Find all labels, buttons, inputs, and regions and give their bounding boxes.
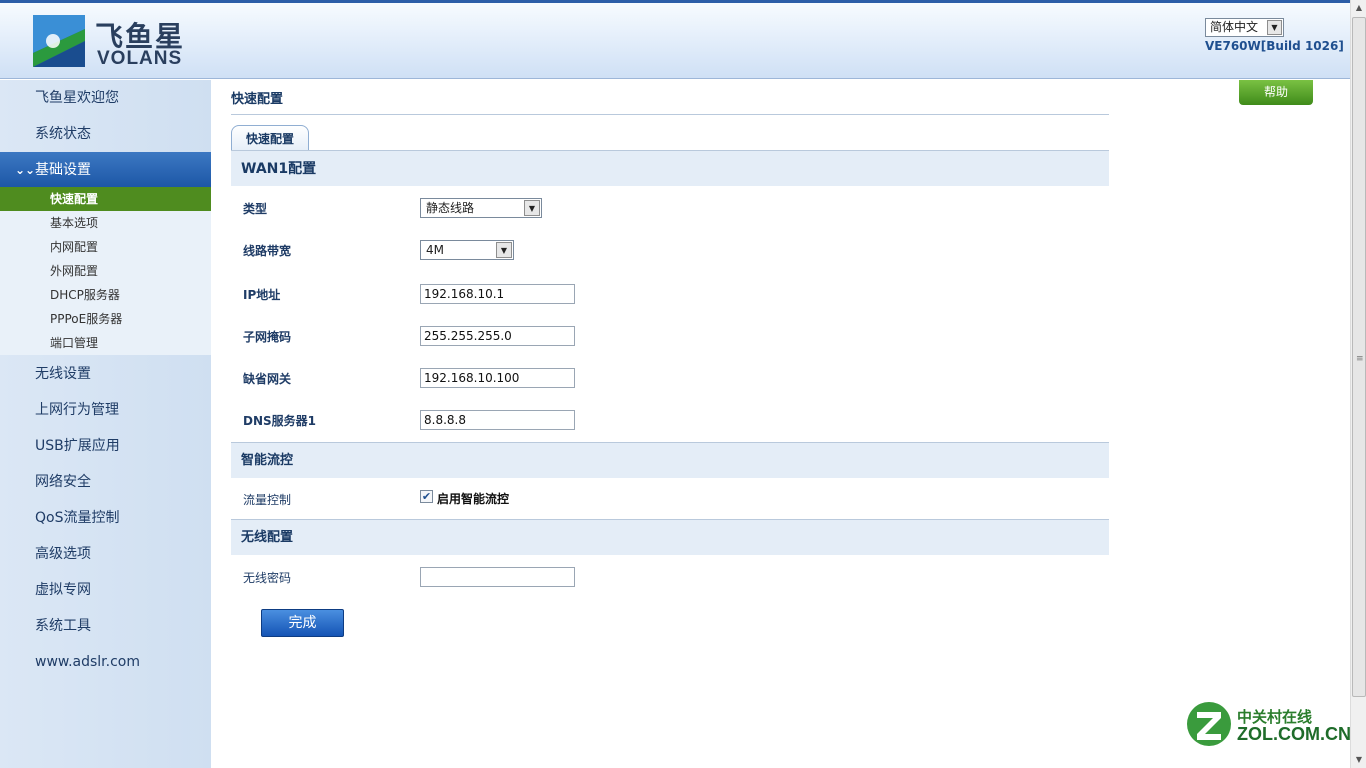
sidebar-item-usb-apps[interactable]: USB扩展应用 bbox=[0, 428, 211, 464]
sidebar-item-basic-settings[interactable]: ⌄⌄ 基础设置 bbox=[0, 152, 211, 188]
submenu-item-label: 外网配置 bbox=[50, 264, 99, 278]
dns-server-input[interactable] bbox=[420, 410, 575, 430]
gateway-input[interactable] bbox=[420, 368, 575, 388]
language-select[interactable]: 简体中文 ▼ bbox=[1205, 18, 1284, 37]
submenu-item-label: 内网配置 bbox=[50, 240, 99, 254]
sidebar-item-label: 无线设置 bbox=[35, 366, 91, 382]
chevron-down-icon[interactable]: ▼ bbox=[496, 242, 512, 258]
top-header: 飞鱼星 VOLANS 简体中文 ▼ VE760W[Build 1026] bbox=[0, 0, 1350, 79]
sidebar-item-label: 系统状态 bbox=[35, 126, 91, 142]
zol-watermark: 中关村在线 ZOL.COM.CN bbox=[1185, 700, 1351, 750]
sidebar-item-label: 上网行为管理 bbox=[35, 402, 119, 418]
watermark-en-text: ZOL.COM.CN bbox=[1237, 724, 1351, 744]
submenu-item-quick-config[interactable]: 快速配置 bbox=[0, 187, 211, 211]
scroll-down-arrow-icon[interactable]: ▼ bbox=[1351, 752, 1366, 768]
sidebar-item-network-security[interactable]: 网络安全 bbox=[0, 464, 211, 500]
sidebar-link-website[interactable]: www.adslr.com bbox=[0, 644, 211, 680]
chevron-down-icon[interactable]: ▼ bbox=[1267, 20, 1282, 35]
sidebar-item-wireless-settings[interactable]: 无线设置 bbox=[0, 356, 211, 392]
chevron-down-icon[interactable]: ▼ bbox=[524, 200, 540, 216]
submenu-item-pppoe-server[interactable]: PPPoE服务器 bbox=[0, 307, 211, 331]
sidebar-item-system-tools[interactable]: 系统工具 bbox=[0, 608, 211, 644]
sidebar-item-welcome[interactable]: 飞鱼星欢迎您 bbox=[0, 80, 211, 116]
type-label: 类型 bbox=[243, 202, 268, 216]
done-button[interactable]: 完成 bbox=[261, 609, 344, 637]
flow-control-label: 流量控制 bbox=[243, 493, 292, 507]
sidebar-item-label: 虚拟专网 bbox=[35, 582, 91, 598]
scrollbar-thumb[interactable]: ≡ bbox=[1352, 17, 1366, 697]
section-header-smart-flow: 智能流控 bbox=[231, 442, 1109, 478]
sidebar-item-qos[interactable]: QoS流量控制 bbox=[0, 500, 211, 536]
submenu-item-lan-config[interactable]: 内网配置 bbox=[0, 235, 211, 259]
bandwidth-select-value: 4M bbox=[426, 243, 444, 257]
smart-flow-checkbox[interactable]: ✔ bbox=[420, 490, 433, 503]
smart-flow-checkbox-label[interactable]: 启用智能流控 bbox=[437, 490, 509, 507]
volans-logo-icon bbox=[33, 15, 85, 67]
section-header-wan1: WAN1配置 bbox=[231, 150, 1109, 186]
sidebar-item-label: 飞鱼星欢迎您 bbox=[35, 90, 119, 106]
tab-quick-config[interactable]: 快速配置 bbox=[231, 125, 309, 151]
sidebar-item-system-status[interactable]: 系统状态 bbox=[0, 116, 211, 152]
sidebar-item-advanced[interactable]: 高级选项 bbox=[0, 536, 211, 572]
dns-server-label: DNS服务器1 bbox=[243, 414, 316, 428]
page-title: 快速配置 bbox=[231, 92, 284, 107]
sidebar-item-label: 系统工具 bbox=[35, 618, 91, 634]
submenu-item-wan-config[interactable]: 外网配置 bbox=[0, 259, 211, 283]
submenu-basic-settings: 快速配置 基本选项 内网配置 外网配置 DHCP服务器 PPPoE服务器 端口管… bbox=[0, 187, 211, 355]
submenu-item-label: 基本选项 bbox=[50, 216, 99, 230]
grip-icon: ≡ bbox=[1356, 354, 1364, 364]
subnet-mask-input[interactable] bbox=[420, 326, 575, 346]
title-divider bbox=[231, 114, 1109, 115]
sidebar-item-vpn[interactable]: 虚拟专网 bbox=[0, 572, 211, 608]
sidebar-item-label: 网络安全 bbox=[35, 474, 91, 490]
sidebar-item-label: www.adslr.com bbox=[35, 654, 140, 670]
wireless-password-label: 无线密码 bbox=[243, 571, 292, 585]
submenu-item-basic-options[interactable]: 基本选项 bbox=[0, 211, 211, 235]
submenu-item-label: PPPoE服务器 bbox=[50, 312, 123, 326]
submenu-item-dhcp-server[interactable]: DHCP服务器 bbox=[0, 283, 211, 307]
language-value: 简体中文 bbox=[1210, 20, 1259, 34]
ip-address-label: IP地址 bbox=[243, 288, 281, 302]
firmware-version: VE760W[Build 1026] bbox=[1205, 39, 1344, 53]
bandwidth-label: 线路带宽 bbox=[243, 244, 292, 258]
logo-en-text: VOLANS bbox=[97, 48, 183, 69]
sidebar-item-label: 高级选项 bbox=[35, 546, 91, 562]
brand-logo: 飞鱼星 VOLANS bbox=[33, 15, 193, 71]
section-header-wireless: 无线配置 bbox=[231, 519, 1109, 555]
page-scrollbar[interactable]: ▲ ≡ ▼ bbox=[1350, 0, 1366, 768]
sidebar-item-label: USB扩展应用 bbox=[35, 438, 120, 454]
subnet-mask-label: 子网掩码 bbox=[243, 330, 292, 344]
submenu-item-label: 端口管理 bbox=[50, 336, 99, 350]
scroll-up-arrow-icon[interactable]: ▲ bbox=[1351, 0, 1366, 16]
sidebar-item-label: 基础设置 bbox=[35, 162, 91, 178]
wireless-password-input[interactable] bbox=[420, 567, 575, 587]
submenu-item-label: DHCP服务器 bbox=[50, 288, 120, 302]
submenu-item-label: 快速配置 bbox=[50, 192, 99, 206]
sidebar-item-label: QoS流量控制 bbox=[35, 510, 120, 526]
gateway-label: 缺省网关 bbox=[243, 372, 292, 386]
double-chevron-down-icon: ⌄⌄ bbox=[15, 163, 36, 177]
type-select[interactable]: 静态线路 ▼ bbox=[420, 198, 542, 218]
type-select-value: 静态线路 bbox=[426, 201, 475, 215]
sidebar-item-behavior-management[interactable]: 上网行为管理 bbox=[0, 392, 211, 428]
ip-address-input[interactable] bbox=[420, 284, 575, 304]
submenu-item-port-management[interactable]: 端口管理 bbox=[0, 331, 211, 355]
bandwidth-select[interactable]: 4M ▼ bbox=[420, 240, 514, 260]
zol-logo-icon bbox=[1187, 702, 1231, 746]
help-button[interactable]: 帮助 bbox=[1239, 80, 1313, 105]
